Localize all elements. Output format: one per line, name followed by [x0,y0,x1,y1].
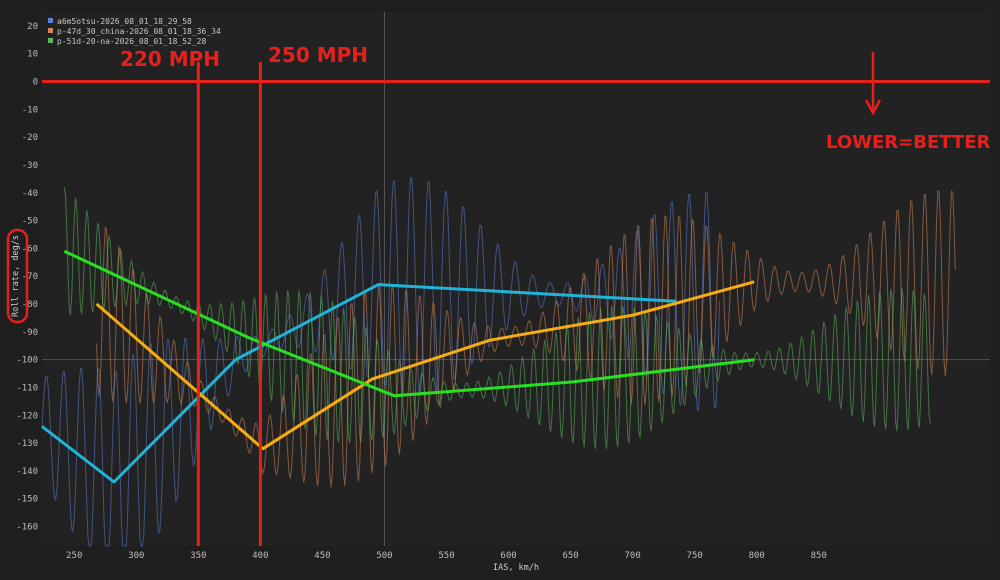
y-tick-label: -130 [16,439,38,449]
x-tick-label: 700 [625,551,641,561]
x-tick-label: 750 [687,551,703,561]
legend-swatch-3 [48,38,53,43]
y-tick-label: -40 [22,189,38,199]
y-tick-label: -30 [22,161,38,171]
y-tick-label: -100 [16,356,38,366]
legend-entry-2: p-47d_30_china-2026_08_01_18_36_34 [57,27,221,36]
x-tick-label: 850 [811,551,827,561]
x-tick-label: 300 [128,551,144,561]
annotation-lower-better: LOWER=BETTER [826,132,991,153]
roll-rate-chart: 250 300 350 400 450 500 550 600 650 700 750 800 850 2… [0,0,1000,580]
y-tick-label: -20 [22,133,38,143]
y-tick-label: -140 [16,467,38,477]
x-tick-label: 550 [438,551,454,561]
y-tick-label: -50 [22,217,38,227]
y-tick-label: -150 [16,495,38,505]
y-tick-label: -120 [16,411,38,421]
y-tick-label: -110 [16,383,38,393]
x-tick-label: 450 [314,551,330,561]
plot-area [42,12,990,546]
y-tick-label: -10 [22,105,38,115]
y-tick-label: -70 [22,272,38,282]
y-tick-label: -60 [22,244,38,254]
legend-entry-3: p-51d-20-na-2026_08_01_18_52_28 [57,37,206,46]
legend-entry-1: a6m5otsu-2026_08_01_18_29_58 [57,17,192,26]
x-tick-label: 800 [749,551,765,561]
y-tick-label: -80 [22,300,38,310]
y-axis-label: Roll rate, deg/s [11,235,21,317]
y-tick-label: 10 [27,50,38,60]
x-tick-label: 250 [66,551,82,561]
y-tick-label: 20 [27,22,38,32]
annotation-220-mph: 220 MPH [120,47,220,71]
x-axis-label: IAS, km/h [493,563,539,573]
x-tick-label: 500 [376,551,392,561]
x-tick-label: 400 [252,551,268,561]
y-tick-label: 0 [33,78,38,88]
x-tick-label: 650 [562,551,578,561]
y-tick-label: -160 [16,523,38,533]
annotation-250-mph: 250 MPH [268,43,368,67]
x-tick-label: 600 [500,551,516,561]
y-tick-label: -90 [22,328,38,338]
x-tick-label: 350 [190,551,206,561]
legend-swatch-1 [48,18,53,23]
legend-swatch-2 [48,28,53,33]
